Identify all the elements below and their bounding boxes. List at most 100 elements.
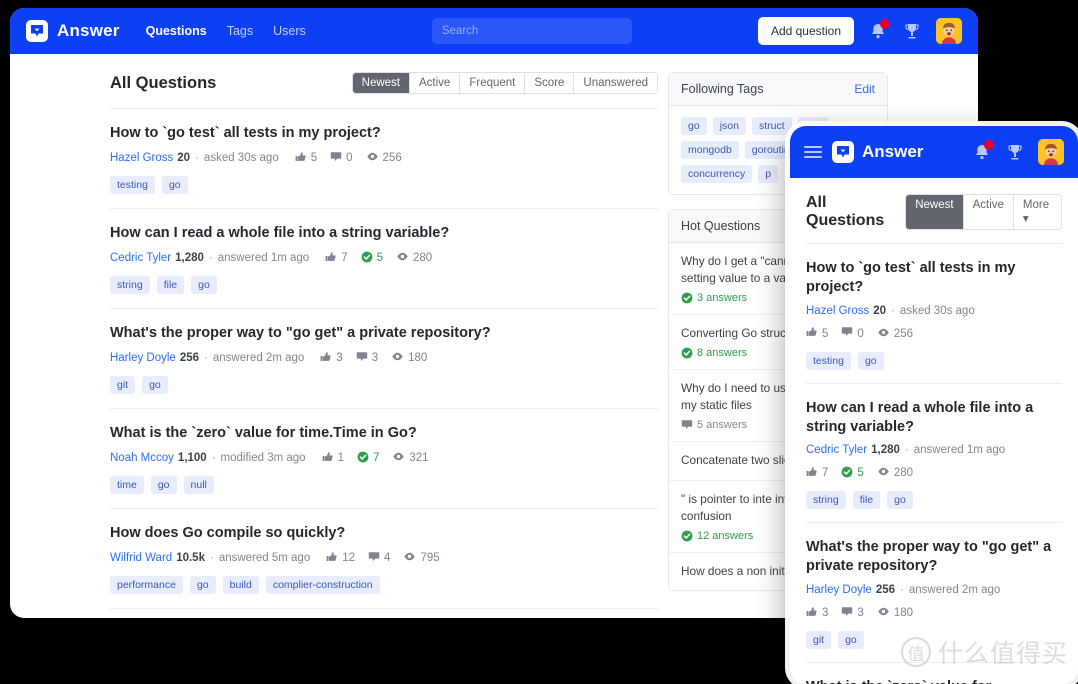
tag-chip[interactable]: complier-construction	[265, 576, 380, 594]
mobile-topbar: Answer	[790, 126, 1078, 178]
following-tag-chip[interactable]: concurrency	[681, 165, 753, 183]
author-reputation: 20	[873, 304, 887, 317]
question-item[interactable]: How does Go update third-party packages?…	[110, 608, 658, 618]
mobile-question-title[interactable]: What's the proper way to "go get" a priv…	[806, 538, 1062, 576]
question-item[interactable]: How does Go compile so quickly? Wilfrid W…	[110, 508, 658, 608]
avatar[interactable]	[936, 18, 962, 44]
mobile-question-title[interactable]: How can I read a whole file into a strin…	[806, 399, 1062, 437]
mobile-question-title[interactable]: What is the `zero` value for time.Time i…	[806, 678, 1062, 684]
mobile-filter-tab-newest[interactable]: Newest	[906, 195, 964, 229]
search-input[interactable]: Search	[431, 18, 632, 44]
filter-tab-score[interactable]: Score	[525, 73, 575, 93]
eye-icon	[877, 605, 890, 621]
mobile-question-item[interactable]: What's the proper way to "go get" a priv…	[806, 522, 1062, 662]
thumbs-up-icon	[326, 551, 338, 566]
filter-tab-frequent[interactable]: Frequent	[460, 73, 526, 93]
mobile-filter-tab-active[interactable]: Active	[963, 195, 1014, 229]
tag-chip[interactable]: go	[191, 276, 217, 294]
question-item[interactable]: How to `go test` all tests in my project…	[110, 108, 658, 208]
question-title[interactable]: What's the proper way to "go get" a priv…	[110, 325, 658, 341]
tag-chip[interactable]: file	[156, 276, 185, 294]
following-tags-header: Following Tags Edit	[669, 73, 887, 106]
tag-chip[interactable]: testing	[806, 351, 851, 370]
mobile-question-title[interactable]: How to `go test` all tests in my project…	[806, 259, 1062, 297]
following-tag-chip[interactable]: p	[758, 165, 779, 183]
question-author[interactable]: Harley Doyle	[110, 352, 176, 364]
tag-chip[interactable]: time	[110, 476, 144, 494]
tag-chip[interactable]: string	[806, 491, 846, 510]
meta-separator: ·	[209, 552, 214, 564]
filter-tab-active[interactable]: Active	[410, 73, 461, 93]
question-stats: 7 5 280	[806, 465, 913, 481]
view-count: 180	[877, 605, 913, 621]
tag-chip[interactable]: build	[222, 576, 259, 594]
tag-chip[interactable]: performance	[110, 576, 183, 594]
trophy-icon[interactable]	[1005, 142, 1025, 162]
following-tag-chip[interactable]: json	[712, 117, 746, 135]
page-title: All Questions	[110, 73, 217, 92]
tag-chip[interactable]: git	[806, 631, 832, 650]
nav-item-tags[interactable]: Tags	[227, 24, 253, 38]
question-author[interactable]: Hazel Gross	[806, 305, 869, 317]
avatar[interactable]	[1038, 139, 1064, 165]
question-author[interactable]: Noah Mccoy	[110, 452, 174, 464]
question-stats: 1 7 321	[322, 450, 429, 466]
question-item[interactable]: How can I read a whole file into a strin…	[110, 208, 658, 308]
notification-badge	[880, 19, 890, 29]
filter-tab-newest[interactable]: Newest	[352, 73, 411, 93]
question-meta: Noah Mccoy 1,100 · modified 3m ago 1 7 321	[110, 450, 658, 466]
tag-chip[interactable]: go	[857, 351, 884, 370]
question-item[interactable]: What is the `zero` value for time.Time i…	[110, 408, 658, 508]
tag-chip[interactable]: file	[852, 491, 881, 510]
tag-chip[interactable]: git	[110, 376, 136, 394]
brand-logo-group[interactable]: Answer	[26, 20, 120, 42]
mobile-brand-group[interactable]: Answer	[832, 141, 962, 163]
tag-chip[interactable]: go	[887, 491, 913, 510]
tag-chip[interactable]: string	[110, 276, 150, 294]
nav-item-questions[interactable]: Questions	[146, 24, 207, 38]
meta-separator: ·	[195, 152, 199, 164]
author-reputation: 256	[179, 352, 200, 364]
bell-icon[interactable]	[868, 19, 890, 41]
tag-chip[interactable]: go	[150, 476, 177, 494]
question-author[interactable]: Harley Doyle	[806, 584, 872, 596]
question-title[interactable]: How to `go test` all tests in my project…	[110, 125, 658, 141]
author-reputation: 256	[875, 584, 896, 597]
add-question-button[interactable]: Add question	[757, 17, 854, 45]
tag-chip[interactable]: testing	[110, 176, 155, 194]
question-tags: string file go	[806, 491, 1062, 510]
tag-chip[interactable]: go	[142, 376, 168, 394]
tag-chip[interactable]: go	[161, 176, 188, 194]
tag-chip[interactable]: go	[838, 631, 864, 650]
mobile-filter-tab-more[interactable]: More ▾	[1013, 195, 1061, 229]
trophy-icon[interactable]	[902, 21, 922, 41]
question-tags: testing go	[806, 351, 1062, 370]
question-title[interactable]: How does Go compile so quickly?	[110, 525, 658, 541]
tag-chip[interactable]: null	[183, 476, 214, 494]
question-author[interactable]: Cedric Tyler	[806, 444, 867, 456]
filter-tab-unanswered[interactable]: Unanswered	[574, 73, 657, 93]
mobile-question-item[interactable]: How to `go test` all tests in my project…	[806, 243, 1062, 383]
question-item[interactable]: What's the proper way to "go get" a priv…	[110, 308, 658, 408]
answer-count: 7	[357, 451, 379, 466]
tag-chip[interactable]: go	[189, 576, 216, 594]
meta-separator: ·	[904, 444, 909, 457]
following-tag-chip[interactable]: struct	[751, 117, 792, 135]
following-tag-chip[interactable]: mongodb	[681, 141, 739, 159]
search-placeholder: Search	[441, 25, 479, 37]
answer-count: 5	[361, 251, 383, 266]
nav-item-users[interactable]: Users	[273, 24, 306, 38]
mobile-question-item[interactable]: What is the `zero` value for time.Time i…	[806, 662, 1062, 684]
following-tag-chip[interactable]: go	[681, 117, 707, 135]
following-tags-edit-link[interactable]: Edit	[854, 82, 875, 96]
mobile-question-item[interactable]: How can I read a whole file into a strin…	[806, 382, 1062, 523]
eye-icon	[391, 350, 404, 366]
question-title[interactable]: How can I read a whole file into a strin…	[110, 225, 658, 241]
answer-count: 0	[841, 326, 864, 341]
question-author[interactable]: Wilfrid Ward	[110, 552, 172, 564]
bell-icon[interactable]	[972, 140, 994, 162]
question-author[interactable]: Cedric Tyler	[110, 252, 171, 264]
hamburger-menu-icon[interactable]	[804, 146, 822, 158]
question-title[interactable]: What is the `zero` value for time.Time i…	[110, 425, 658, 441]
question-author[interactable]: Hazel Gross	[110, 152, 173, 164]
